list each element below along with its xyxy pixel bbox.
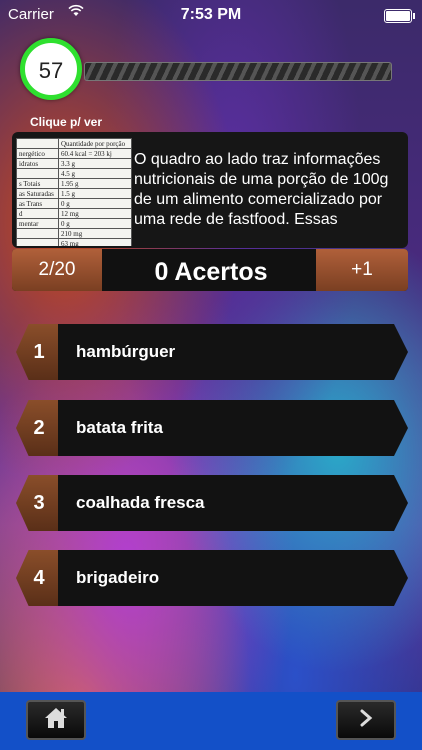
- home-icon: [43, 706, 69, 735]
- nutrient-value: 12 mg: [58, 208, 132, 219]
- bonus-points: +1: [316, 249, 408, 291]
- nutrient-name: as Trans: [16, 198, 59, 209]
- question-text[interactable]: O quadro ao lado traz informações nutric…: [134, 150, 400, 246]
- nutrition-row: nergético 60.4 kcal = 203 kj: [16, 148, 132, 159]
- answer-body[interactable]: coalhada fresca: [58, 475, 408, 531]
- nutrition-row: s Totais 1.95 g: [16, 178, 132, 189]
- nutrient-name: mentar: [16, 218, 59, 229]
- answer-option-3[interactable]: 3 coalhada fresca: [16, 475, 408, 531]
- answer-number: 1: [16, 324, 58, 380]
- answer-label: hambúrguer: [76, 342, 176, 361]
- answer-option-1[interactable]: 1 hambúrguer: [16, 324, 408, 380]
- nutrition-row: as Saturadas 1.5 g: [16, 188, 132, 199]
- answer-option-4[interactable]: 4 brigadeiro: [16, 550, 408, 606]
- nutrient-value: 60.4 kcal = 203 kj: [58, 148, 132, 159]
- bottom-toolbar: [0, 692, 422, 750]
- nutrient-name: [16, 228, 59, 239]
- status-bar: Carrier 7:53 PM: [0, 0, 422, 32]
- nutrition-table-image[interactable]: Quantidade por porção nergético 60.4 kcal…: [16, 138, 132, 246]
- nutrition-row: idratos 3.3 g: [16, 158, 132, 169]
- nutrient-value: 1.5 g: [58, 188, 132, 199]
- battery-icon: [384, 9, 415, 23]
- next-button[interactable]: [336, 700, 396, 740]
- nutrient-value: 3.3 g: [58, 158, 132, 169]
- nutrition-table: Quantidade por porção nergético 60.4 kcal…: [16, 138, 132, 246]
- nutrient-value: 0 g: [58, 218, 132, 229]
- nutrient-value: 1.95 g: [58, 178, 132, 189]
- answer-number: 2: [16, 400, 58, 456]
- question-counter: 2/20: [12, 249, 102, 291]
- home-button[interactable]: [26, 700, 86, 740]
- answer-label: brigadeiro: [76, 568, 160, 587]
- nutrient-value: 63 mg: [58, 238, 132, 246]
- nutrient-name: [16, 238, 59, 246]
- score-bar: 2/20 0 Acertos +1: [12, 249, 408, 291]
- answer-label: coalhada fresca: [76, 493, 205, 512]
- answer-number: 4: [16, 550, 58, 606]
- nutrition-row: as Trans 0 g: [16, 198, 132, 209]
- nutrient-name: d: [16, 208, 59, 219]
- timer-caption[interactable]: Clique p/ ver: [30, 115, 102, 129]
- time-progress-bar: [84, 62, 392, 81]
- answer-body[interactable]: brigadeiro: [58, 550, 408, 606]
- chevron-right-icon: [357, 708, 375, 733]
- nutrition-row: 63 mg: [16, 238, 132, 246]
- nutrient-value: 4.5 g: [58, 168, 132, 179]
- timer-circle[interactable]: 57: [20, 38, 82, 100]
- timer-seconds: 57: [38, 58, 64, 83]
- nutrient-name: idratos: [16, 158, 59, 169]
- nutrition-row: mentar 0 g: [16, 218, 132, 229]
- answer-number: 3: [16, 475, 58, 531]
- nutrient-value: 0 g: [58, 198, 132, 209]
- nutrition-row: d 12 mg: [16, 208, 132, 219]
- nutrient-name: nergético: [16, 148, 59, 159]
- answer-label: batata frita: [76, 418, 163, 437]
- answer-body[interactable]: batata frita: [58, 400, 408, 456]
- nutrition-table-header: Quantidade por porção: [58, 138, 132, 149]
- nutrient-name: s Totais: [16, 178, 59, 189]
- answer-option-2[interactable]: 2 batata frita: [16, 400, 408, 456]
- answer-body[interactable]: hambúrguer: [58, 324, 408, 380]
- nutrient-value: 210 mg: [58, 228, 132, 239]
- question-panel: Quantidade por porção nergético 60.4 kcal…: [12, 132, 408, 248]
- nutrition-row: 4.5 g: [16, 168, 132, 179]
- nutrient-name: as Saturadas: [16, 188, 59, 199]
- correct-count: 0 Acertos: [154, 258, 268, 286]
- status-time: 7:53 PM: [180, 6, 242, 23]
- nutrition-row: 210 mg: [16, 228, 132, 239]
- nutrient-name: [16, 168, 59, 179]
